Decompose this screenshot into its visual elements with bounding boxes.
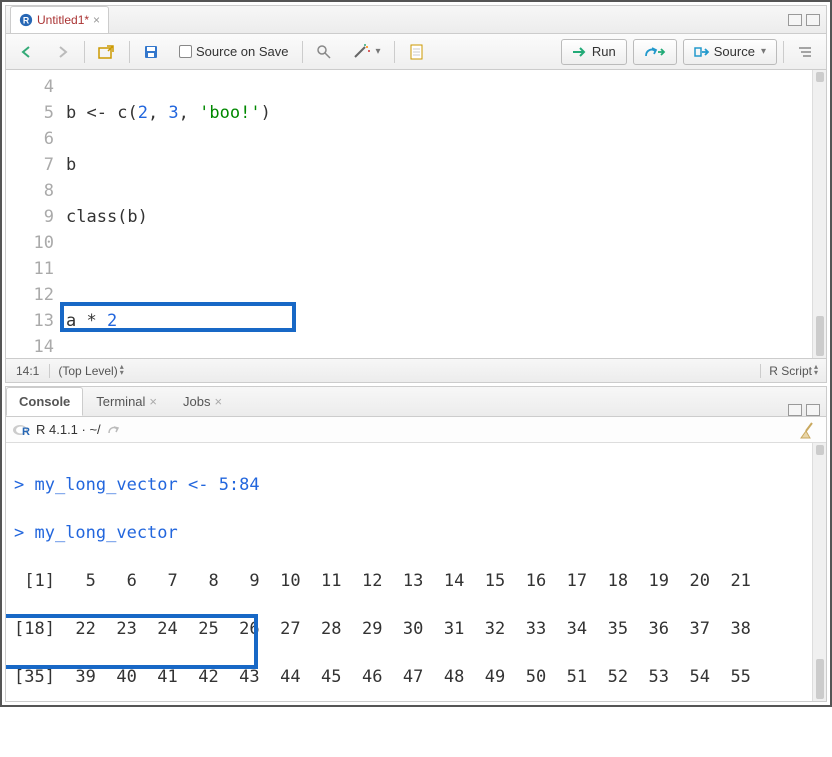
tab-terminal[interactable]: Terminal × [83, 387, 170, 416]
r-logo-icon: R [12, 422, 30, 438]
cursor-position: 14:1 [6, 364, 50, 378]
language-selector[interactable]: R Script▴▾ [760, 364, 826, 378]
window-controls [788, 14, 820, 26]
forward-arrow-icon [55, 45, 71, 59]
wand-icon [352, 44, 372, 60]
back-arrow-icon [19, 45, 35, 59]
back-button[interactable] [12, 39, 42, 65]
save-button[interactable] [136, 39, 166, 65]
editor-scrollbar[interactable] [812, 70, 826, 358]
code-tools-button[interactable]: ▾ [345, 39, 388, 65]
console-tab-bar: Console Terminal × Jobs × [6, 387, 826, 417]
source-button[interactable]: Source ▾ [683, 39, 777, 65]
editor-tab-bar: R Untitled1* × [6, 6, 826, 34]
rerun-icon [644, 45, 666, 59]
close-icon[interactable]: × [149, 394, 157, 409]
popup-window-icon [98, 44, 116, 60]
editor-pane: R Untitled1* × Source on Save [5, 5, 827, 383]
code-area[interactable]: b <- c(2, 3, 'boo!') b class(b) a * 2 my… [66, 70, 826, 358]
source-label: Source [714, 44, 755, 59]
window-controls [788, 404, 820, 416]
source-arrow-icon [694, 46, 710, 58]
rerun-button[interactable] [633, 39, 677, 65]
console-pane: Console Terminal × Jobs × R R 4.1.1 · ~/… [5, 386, 827, 702]
find-button[interactable] [309, 39, 339, 65]
r-file-icon: R [19, 13, 33, 27]
run-label: Run [592, 44, 616, 59]
code-editor[interactable]: 4 5 6 7 8 9 10 11 12 13 14 b <- c(2, 3, … [6, 70, 826, 358]
goto-dir-icon[interactable] [107, 424, 121, 436]
notebook-icon [408, 43, 424, 61]
source-on-save-toggle[interactable]: Source on Save [172, 39, 296, 65]
maximize-pane-icon[interactable] [806, 404, 820, 416]
outline-button[interactable] [790, 39, 820, 65]
run-button[interactable]: Run [561, 39, 627, 65]
editor-toolbar: Source on Save ▾ Run Source ▾ [6, 34, 826, 70]
r-version-label: R 4.1.1 · ~/ [36, 422, 101, 437]
scope-selector[interactable]: (Top Level)▴▾ [50, 364, 760, 378]
svg-text:R: R [23, 16, 30, 26]
forward-button[interactable] [48, 39, 78, 65]
close-icon[interactable]: × [214, 394, 222, 409]
close-icon[interactable]: × [93, 13, 100, 27]
compile-report-button[interactable] [401, 39, 431, 65]
minimize-pane-icon[interactable] [788, 14, 802, 26]
clear-console-button[interactable] [798, 421, 818, 439]
search-icon [316, 44, 332, 60]
line-gutter: 4 5 6 7 8 9 10 11 12 13 14 [6, 70, 66, 358]
outline-icon [797, 45, 813, 59]
save-icon [143, 44, 159, 60]
minimize-pane-icon[interactable] [788, 404, 802, 416]
run-arrow-icon [572, 46, 588, 58]
tab-jobs[interactable]: Jobs × [170, 387, 235, 416]
checkbox-icon [179, 45, 192, 58]
console-output[interactable]: > my_long_vector <- 5:84 > my_long_vecto… [6, 443, 826, 701]
maximize-pane-icon[interactable] [806, 14, 820, 26]
show-in-new-window-button[interactable] [91, 39, 123, 65]
broom-icon [798, 421, 818, 439]
file-tab[interactable]: R Untitled1* × [10, 6, 109, 33]
console-info-bar: R R 4.1.1 · ~/ [6, 417, 826, 443]
source-on-save-label: Source on Save [196, 44, 289, 59]
svg-text:R: R [22, 426, 30, 438]
file-tab-name: Untitled1* [37, 13, 89, 27]
console-scrollbar[interactable] [812, 443, 826, 701]
tab-console[interactable]: Console [6, 387, 83, 416]
editor-status-bar: 14:1 (Top Level)▴▾ R Script▴▾ [6, 358, 826, 382]
